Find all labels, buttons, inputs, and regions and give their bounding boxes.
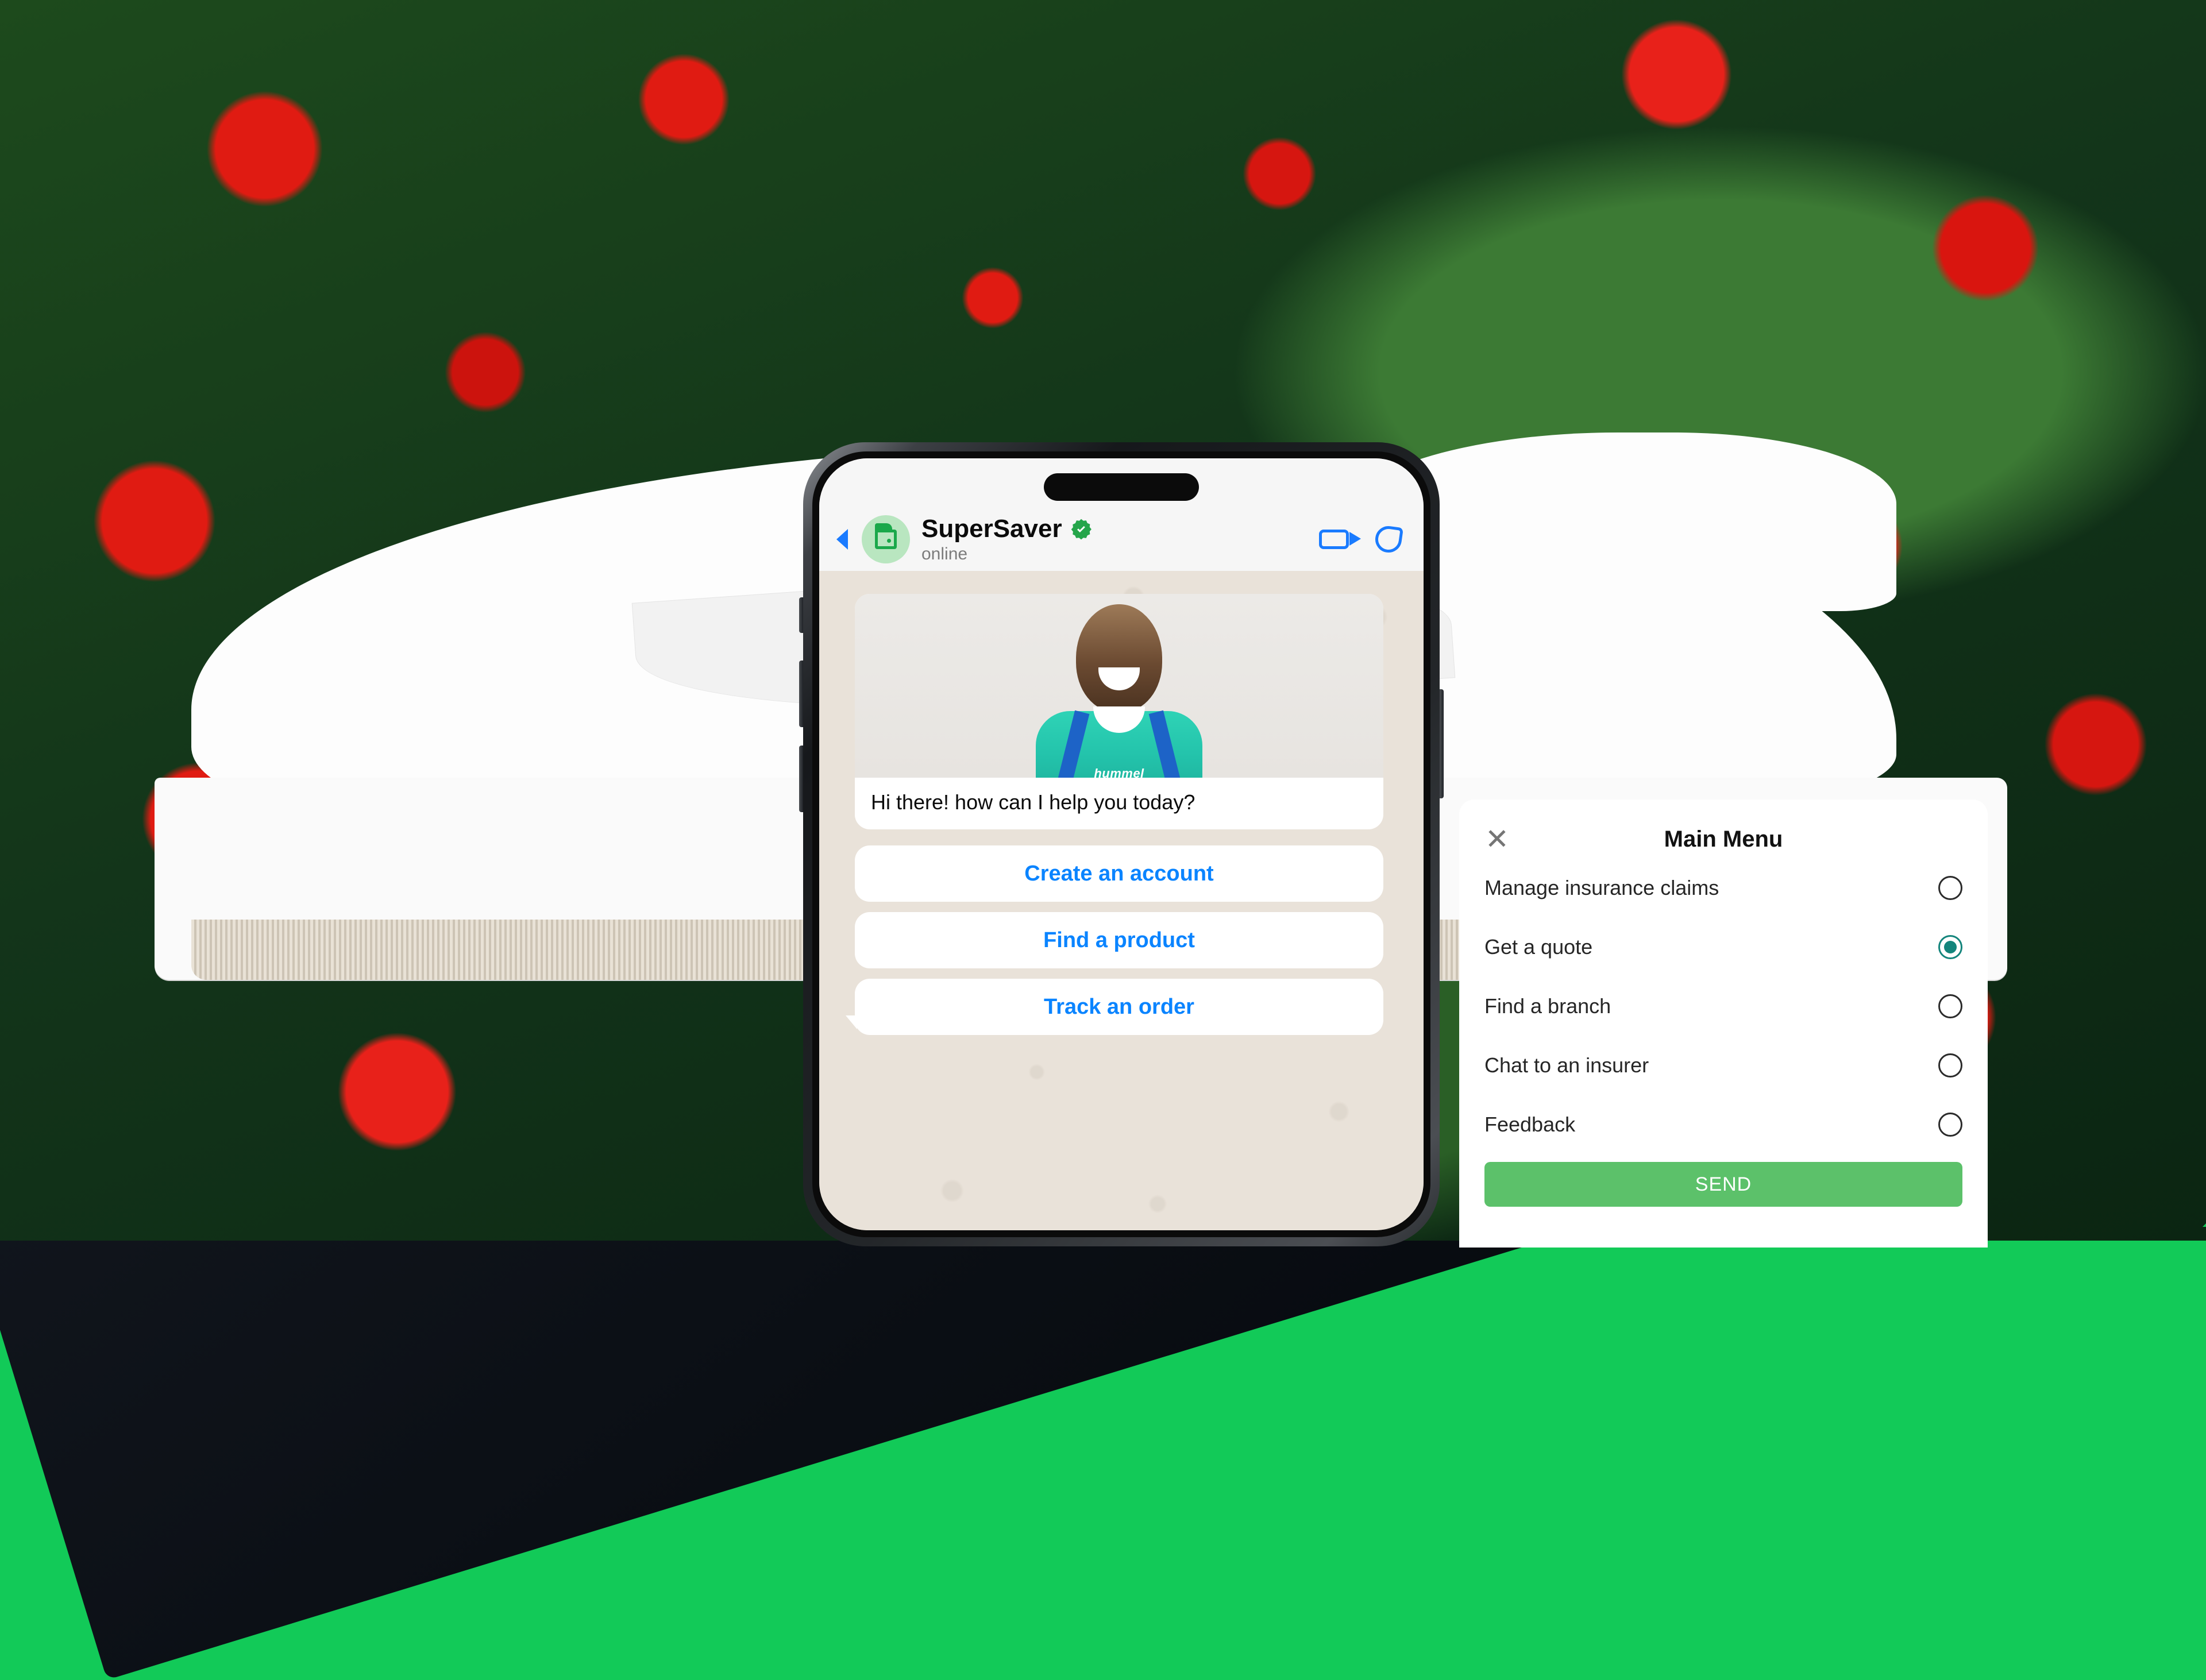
find-a-product-button[interactable]: Find a product [855, 912, 1383, 968]
menu-option-chat-to-an-insurer[interactable]: Chat to an insurer [1484, 1036, 1962, 1095]
menu-option-feedback[interactable]: Feedback [1484, 1095, 1962, 1154]
chat-message-bubble: hummel Hi there! how can I help you toda… [855, 594, 1383, 829]
phone-mockup: SuperSaver online hummel Hi there! how c… [799, 442, 1444, 1246]
sneaker-image-message[interactable] [0, 0, 2206, 1241]
main-menu-title: Main Menu [1664, 826, 1783, 852]
menu-option-find-a-branch[interactable]: Find a branch [1484, 976, 1962, 1036]
radio-button-selected[interactable] [1938, 934, 1962, 959]
chat-message-text: Hi there! how can I help you today? [871, 790, 1195, 814]
showcase-canvas: Get 20% OFF your next purchase for the n… [0, 0, 2206, 1680]
radio-button[interactable] [1938, 1053, 1962, 1077]
phone-volume-down-button [799, 746, 803, 812]
send-button[interactable]: SEND [1484, 1162, 1962, 1207]
menu-option-label: Feedback [1484, 1112, 1576, 1136]
phone-power-button [1440, 689, 1444, 798]
verified-badge-icon [1071, 519, 1092, 540]
chevron-left-icon[interactable] [836, 529, 848, 550]
menu-option-get-a-quote[interactable]: Get a quote [1484, 917, 1962, 976]
video-camera-icon[interactable] [1319, 530, 1361, 549]
menu-option-label: Get a quote [1484, 934, 1593, 959]
radio-button[interactable] [1938, 875, 1962, 900]
menu-option-label: Chat to an insurer [1484, 1053, 1649, 1077]
radio-button[interactable] [1938, 1112, 1962, 1137]
radio-button[interactable] [1938, 994, 1962, 1018]
phone-icon[interactable] [1374, 524, 1403, 554]
create-an-account-button[interactable]: Create an account [855, 845, 1383, 902]
track-an-order-button[interactable]: Track an order [846, 979, 1383, 1035]
sneaker-photo [154, 385, 2008, 980]
phone-notch [1044, 473, 1199, 501]
menu-option-manage-insurance-claims[interactable]: Manage insurance claims [1484, 858, 1962, 917]
contact-status: online [921, 544, 968, 563]
main-menu-sheet: ✕ Main Menu Manage insurance claims Get … [1459, 800, 1988, 1248]
phone-volume-up-button [799, 661, 803, 727]
contact-name: SuperSaver [921, 515, 1062, 543]
jersey-brand-label: hummel [1094, 766, 1144, 778]
contact-photo[interactable]: hummel [855, 594, 1383, 778]
storefront-icon[interactable] [862, 515, 910, 563]
menu-option-label: Find a branch [1484, 994, 1611, 1018]
chat-message-list: hummel Hi there! how can I help you toda… [819, 571, 1424, 1230]
phone-silent-switch [799, 597, 803, 633]
close-icon[interactable]: ✕ [1484, 825, 1510, 853]
menu-option-label: Manage insurance claims [1484, 875, 1719, 899]
